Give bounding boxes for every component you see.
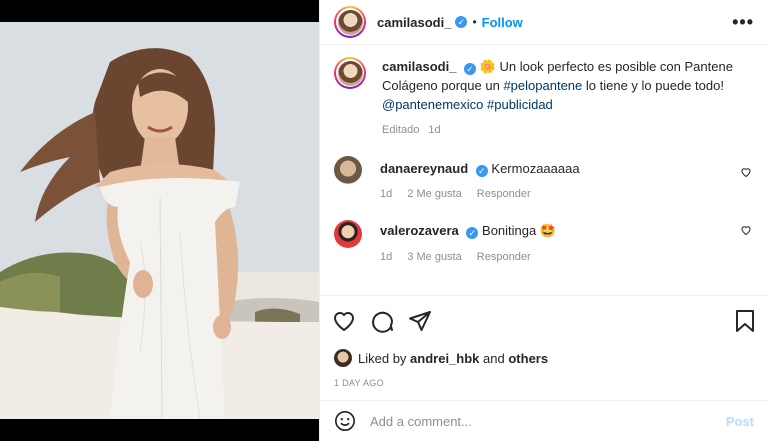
comment-likes[interactable]: 3 Me gusta	[407, 251, 461, 263]
add-comment-input[interactable]	[368, 412, 726, 430]
commenter-avatar[interactable]	[334, 220, 362, 248]
mention-pantenemexico[interactable]: @pantenemexico	[382, 97, 483, 112]
hashtag-publicidad[interactable]: #publicidad	[487, 97, 553, 112]
comment-likes[interactable]: 2 Me gusta	[407, 188, 461, 200]
verified-icon: ✓	[464, 63, 477, 75]
separator-dot: •	[472, 15, 477, 29]
comment-username[interactable]: valerozavera	[380, 223, 459, 238]
comments-section: camilasodi_ ✓ 🌼 Un look perfecto es posi…	[320, 45, 768, 295]
comment-item: danaereynaud ✓ Kermozaaaaaa 1d 2 Me gust…	[334, 156, 754, 200]
edited-label: Editado	[382, 124, 420, 136]
comment-meta: 1d 2 Me gusta Responder	[380, 188, 754, 200]
post-timestamp: 1 DAY AGO	[334, 378, 384, 388]
emoji-icon[interactable]	[334, 410, 356, 432]
commenter-avatar[interactable]	[334, 156, 362, 184]
reply-button[interactable]: Responder	[477, 188, 531, 200]
caption-username[interactable]: camilasodi_	[382, 59, 456, 74]
like-heart-icon[interactable]	[332, 309, 356, 333]
verified-icon: ✓	[466, 227, 479, 239]
heart-icon[interactable]	[740, 224, 752, 236]
add-comment-bar: Post	[320, 400, 768, 441]
post-media[interactable]	[0, 0, 319, 441]
post-sidebar: camilasodi_ ✓ • Follow ••• camilasodi_ ✓…	[319, 0, 768, 441]
reply-button[interactable]: Responder	[477, 251, 531, 263]
comment-item: valerozavera ✓ Bonitinga 🤩 1d 3 Me gusta…	[334, 220, 754, 263]
share-icon[interactable]	[408, 309, 432, 333]
verified-icon: ✓	[455, 16, 468, 28]
comment-text: Bonitinga 🤩	[482, 223, 557, 238]
comment-time: 1d	[380, 251, 393, 263]
likes-summary: Liked by andrei_hbk and others	[320, 346, 768, 370]
author-avatar[interactable]	[334, 6, 366, 38]
comment-text: Kermozaaaaaa	[491, 161, 580, 176]
verified-icon: ✓	[475, 165, 488, 177]
action-bar	[320, 295, 768, 346]
post-header: camilasodi_ ✓ • Follow •••	[320, 0, 768, 45]
post-photo	[0, 22, 319, 419]
post-comment-button[interactable]: Post	[726, 414, 754, 429]
post-viewer: camilasodi_ ✓ • Follow ••• camilasodi_ ✓…	[0, 0, 768, 441]
comment-time: 1d	[380, 188, 393, 200]
comment-icon[interactable]	[370, 309, 394, 333]
liked-by-prefix: Liked by	[358, 350, 407, 366]
caption-text-2: lo tiene y lo puede todo!	[585, 78, 724, 93]
caption-time: 1d	[428, 124, 441, 136]
comment-username[interactable]: danaereynaud	[380, 161, 468, 176]
liker-avatar[interactable]	[334, 349, 352, 367]
caption-text: camilasodi_ ✓ 🌼 Un look perfecto es posi…	[382, 57, 754, 114]
author-username[interactable]: camilasodi_	[377, 15, 451, 30]
bookmark-icon[interactable]	[734, 309, 756, 333]
sunflower-emoji: 🌼	[479, 59, 496, 74]
heart-icon[interactable]	[740, 166, 752, 178]
photo-illustration	[0, 22, 319, 419]
liker-username[interactable]: andrei_hbk	[410, 351, 479, 366]
liked-by-others[interactable]: others	[508, 351, 548, 366]
caption: camilasodi_ ✓ 🌼 Un look perfecto es posi…	[334, 57, 754, 136]
caption-meta: Editado 1d	[382, 124, 754, 136]
liked-by-and: and	[483, 350, 505, 366]
caption-avatar[interactable]	[334, 57, 366, 89]
more-options-icon[interactable]: •••	[732, 12, 754, 33]
comment-meta: 1d 3 Me gusta Responder	[380, 251, 754, 263]
hashtag-pelopantene[interactable]: #pelopantene	[503, 78, 582, 93]
follow-button[interactable]: Follow	[482, 15, 523, 30]
